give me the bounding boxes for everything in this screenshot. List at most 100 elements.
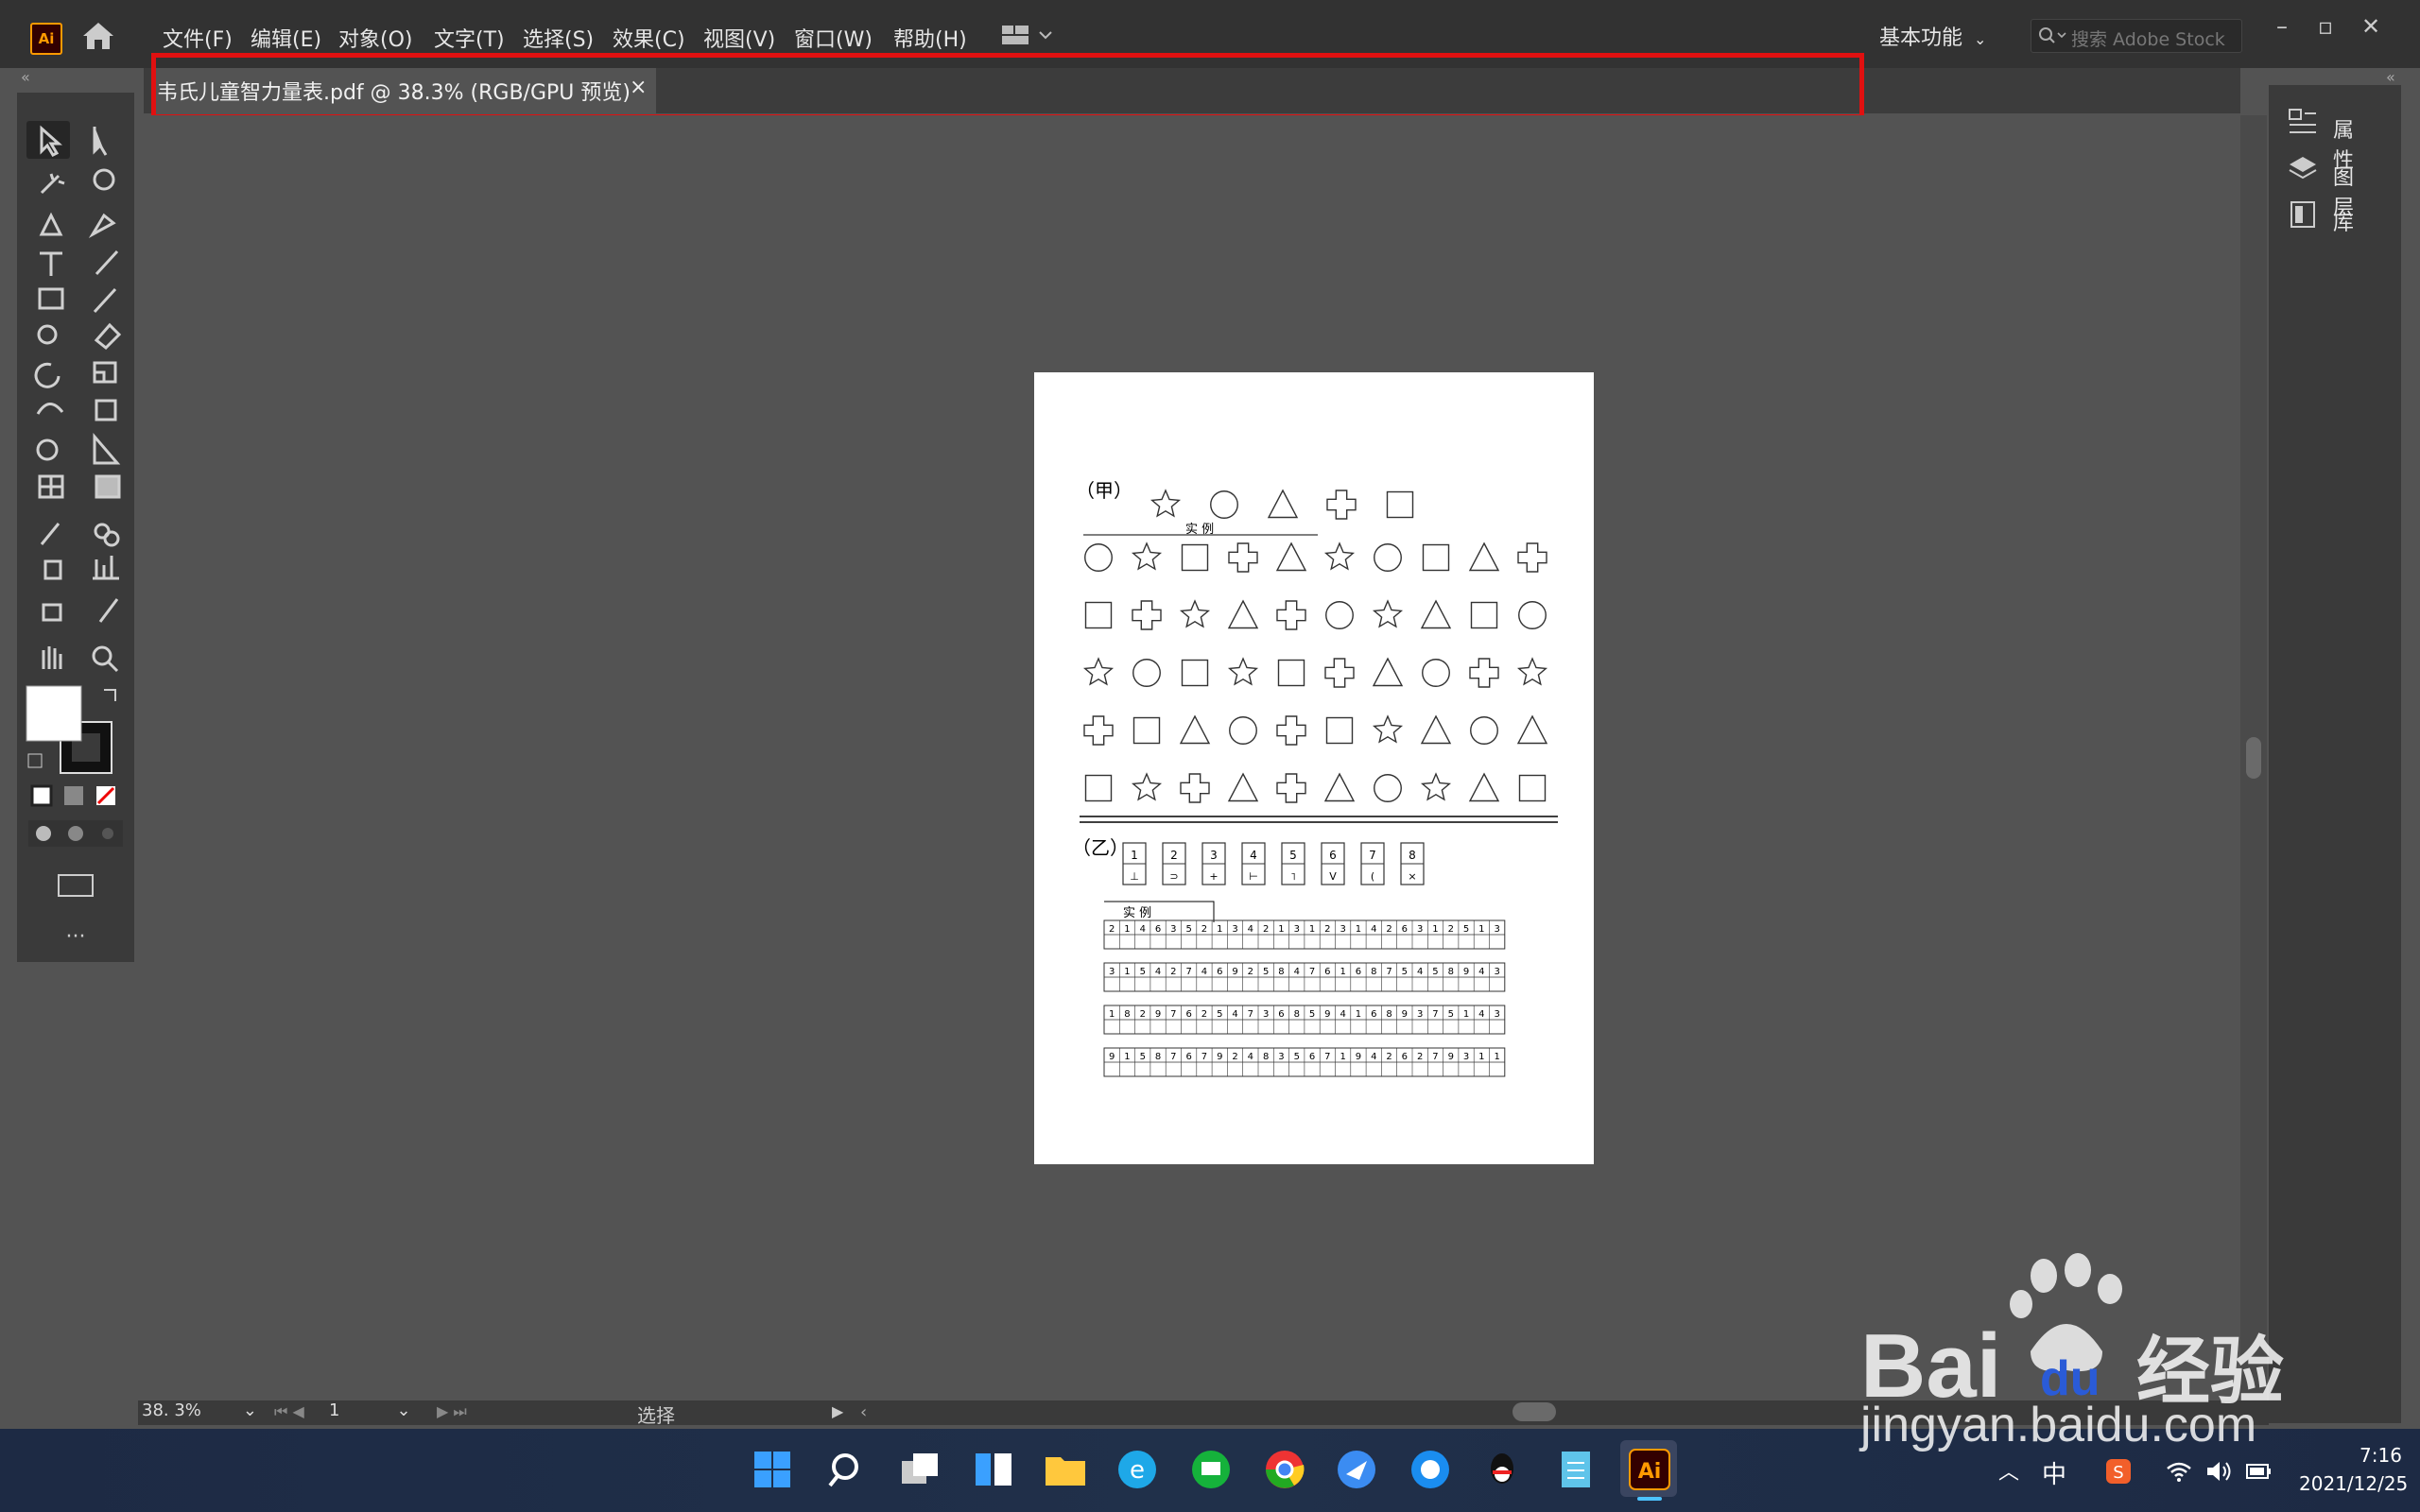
digit-cell: 5	[1140, 967, 1146, 977]
illustrator-taskbar-icon[interactable]: Ai	[1628, 1448, 1671, 1491]
qq-icon[interactable]	[1480, 1448, 1524, 1491]
triangle-symbol	[1267, 489, 1299, 519]
digit-cell: 8	[1124, 1009, 1130, 1020]
digit-cell: 5	[1140, 1052, 1146, 1062]
menu-file[interactable]: 文件(F)	[163, 23, 233, 53]
arrange-documents-icon[interactable]	[1000, 23, 1061, 49]
panel-collapse-icon[interactable]: «	[2386, 68, 2395, 86]
widgets-icon[interactable]	[972, 1448, 1015, 1491]
digit-cell: 5	[1309, 1009, 1315, 1020]
page-nav-first-prev-icons[interactable]: ⏮ ◀	[274, 1402, 304, 1421]
digit-cell: 1	[1478, 924, 1484, 935]
key-digit: 6	[1329, 849, 1337, 862]
square-symbol	[1386, 490, 1414, 519]
key-digit: 5	[1289, 849, 1297, 862]
digit-cell: 7	[1432, 1009, 1438, 1020]
digit-cell: 9	[1402, 1009, 1408, 1020]
artboard[interactable]: （甲） 实 例 （乙） 1 ⊥ 2 ⊃ 3 +4 ⊢ 5 ˥ 6 V 7(8 × 实 例 2146352…	[1034, 372, 1594, 1164]
digit-cell: 9	[1232, 967, 1237, 977]
cross-symbol	[1324, 658, 1355, 688]
notepad-icon[interactable]	[1554, 1448, 1598, 1491]
digit-cell: 4	[1201, 967, 1207, 977]
messaging-app-icon[interactable]	[1189, 1448, 1233, 1491]
menu-object[interactable]: 对象(O)	[338, 23, 412, 53]
digit-cell: 6	[1185, 1009, 1191, 1020]
start-icon[interactable]	[751, 1448, 794, 1491]
horizontal-scroll-thumb[interactable]	[1512, 1402, 1556, 1421]
menu-edit[interactable]: 编辑(E)	[251, 23, 321, 53]
home-icon[interactable]	[79, 19, 117, 53]
digit-cell: 6	[1324, 967, 1330, 977]
menu-window[interactable]: 窗口(W)	[794, 23, 873, 53]
digit-cell: 2	[1263, 924, 1269, 935]
digit-cell: 4	[1140, 924, 1146, 935]
task-view-icon[interactable]	[898, 1448, 942, 1491]
page-dropdown-icon[interactable]: ⌄	[396, 1400, 410, 1420]
digit-cell: 2	[1448, 924, 1454, 935]
vertical-scrollbar[interactable]	[2240, 115, 2267, 1400]
feishu-icon[interactable]	[1335, 1448, 1378, 1491]
digit-cell: 4	[1371, 1052, 1376, 1062]
zoom-level-field[interactable]: 38. 3% ⌄	[142, 1400, 257, 1420]
maximize-button[interactable]: ▫	[2307, 13, 2344, 42]
menu-view[interactable]: 视图(V)	[703, 23, 775, 53]
digit-cell: 8	[1386, 1009, 1392, 1020]
minimize-button[interactable]: –	[2263, 13, 2301, 42]
vertical-scroll-thumb[interactable]	[2246, 737, 2261, 779]
digit-cell: 9	[1155, 1009, 1161, 1020]
right-panel-dock	[2269, 85, 2401, 1423]
panel-properties[interactable]: 属性	[2288, 108, 2354, 173]
triangle-symbol	[1275, 541, 1307, 572]
page-nav-next-last-icons[interactable]: ▶ ⏭	[437, 1402, 467, 1421]
digit-cell: 5	[1294, 1052, 1300, 1062]
file-explorer-icon[interactable]	[1044, 1448, 1087, 1491]
digit-cell: 2	[1170, 967, 1176, 977]
ie-browser-icon[interactable]: e	[1115, 1448, 1159, 1491]
circle-symbol	[1518, 601, 1547, 629]
close-window-button[interactable]: ✕	[2352, 13, 2390, 42]
circle-symbol	[1374, 543, 1402, 572]
zoom-level-value: 38. 3%	[142, 1400, 201, 1420]
digit-cell: 4	[1478, 1009, 1484, 1020]
digit-cell: 1	[1463, 1009, 1469, 1020]
chrome-icon[interactable]	[1263, 1448, 1306, 1491]
digit-cell: 3	[1494, 967, 1499, 977]
panel-libraries[interactable]: 库	[2288, 200, 2354, 238]
digit-cell: 1	[1478, 1052, 1484, 1062]
menu-select[interactable]: 选择(S)	[523, 23, 594, 53]
digit-cell: 1	[1432, 924, 1438, 935]
artboard-content: （甲） 实 例 （乙） 1⊥2⊃3+4⊢5˥6V7(8× 实 例 2146352…	[1072, 479, 1558, 1077]
digit-cell: 5	[1463, 924, 1469, 935]
key-digit: 4	[1250, 849, 1257, 862]
scroll-left-icon[interactable]: ‹	[860, 1402, 867, 1422]
digit-cell: 1	[1109, 1009, 1115, 1020]
cloud-app-icon[interactable]	[1409, 1448, 1452, 1491]
menu-help[interactable]: 帮助(H)	[893, 23, 967, 53]
digit-cell: 6	[1402, 924, 1408, 935]
panel-layers[interactable]: 图层	[2288, 155, 2354, 220]
digit-cell: 4	[1294, 967, 1300, 977]
toolbar-collapse-icon[interactable]: «	[21, 68, 30, 86]
star-symbol	[1323, 541, 1356, 571]
menu-effect[interactable]: 效果(C)	[613, 23, 685, 53]
workspace-label: 基本功能	[1879, 26, 1963, 50]
digit-cell: 1	[1494, 1052, 1499, 1062]
status-menu-arrow-icon[interactable]: ▶	[832, 1402, 843, 1420]
digit-cell: 2	[1386, 924, 1392, 935]
digit-cell: 9	[1109, 1052, 1115, 1062]
cross-symbol	[1228, 542, 1258, 573]
square-symbol	[1422, 543, 1450, 572]
triangle-symbol	[1468, 772, 1500, 802]
digit-cell: 4	[1340, 1009, 1345, 1020]
circle-symbol	[1210, 490, 1238, 519]
stock-search-input[interactable]: 搜索 Adobe Stock	[2031, 19, 2242, 53]
menu-type[interactable]: 文字(T)	[434, 23, 505, 53]
workspace-switcher[interactable]: 基本功能 ⌄	[1879, 21, 1986, 51]
digit-cell: 7	[1386, 967, 1392, 977]
taskbar-search-icon[interactable]	[824, 1448, 868, 1491]
digit-cell: 6	[1185, 1052, 1191, 1062]
svg-text:···: ···	[66, 925, 86, 949]
page-number-field[interactable]: 1 ⌄	[329, 1400, 411, 1420]
zoom-dropdown-icon[interactable]: ⌄	[243, 1400, 257, 1420]
digit-cell: 7	[1309, 967, 1315, 977]
